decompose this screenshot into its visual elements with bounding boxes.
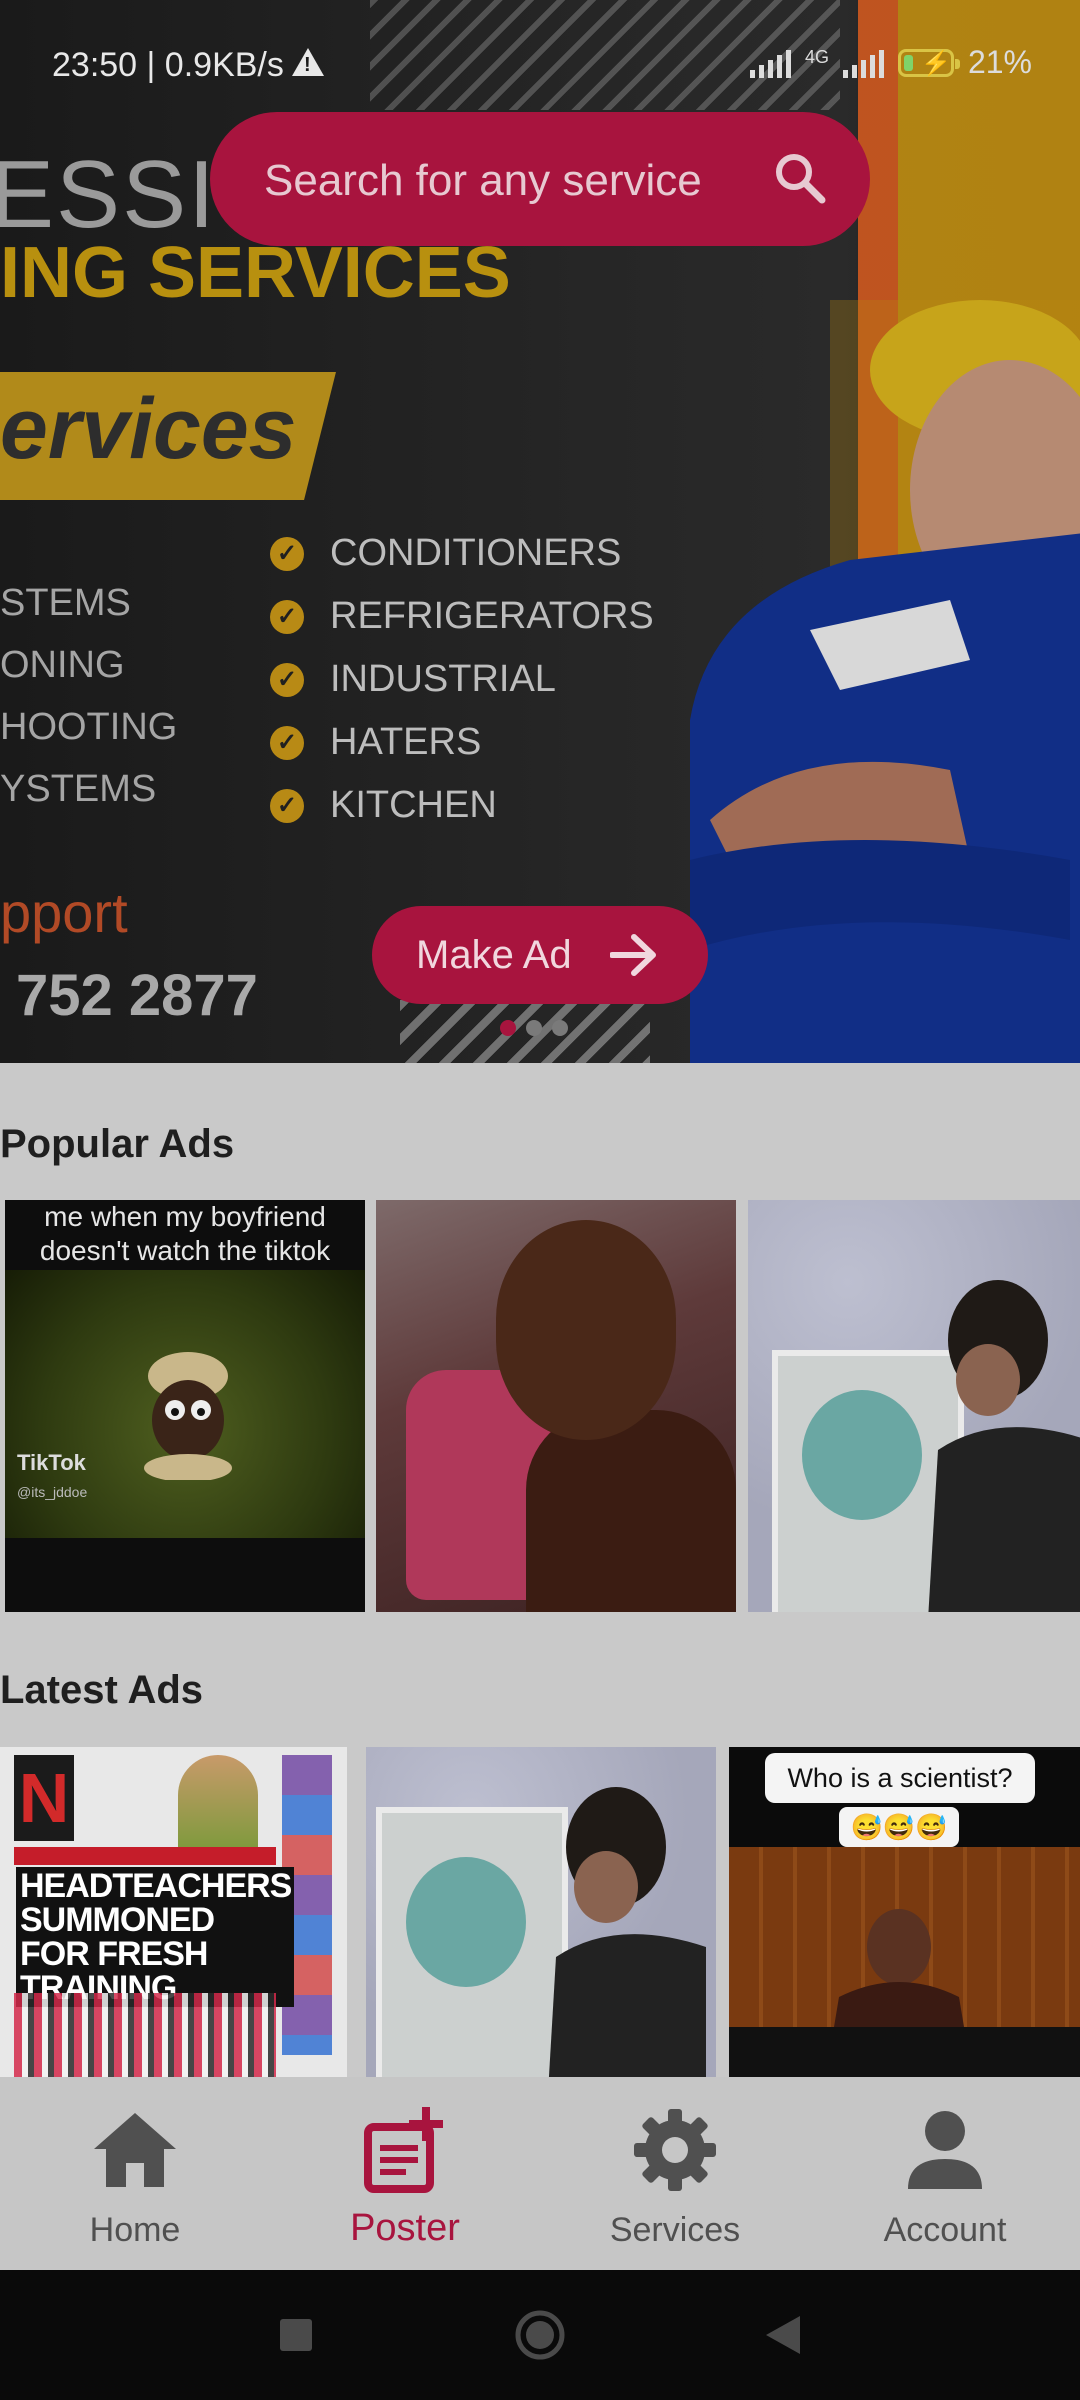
search-bar[interactable]: Search for any service [210,112,870,246]
banner-left-item: STEMS [0,582,131,624]
warning-icon [292,48,324,77]
check-row: ✓ REFRIGERATORS [270,585,654,648]
check-row: ✓ KITCHEN [270,774,654,837]
search-icon[interactable] [770,148,830,208]
check-row: ✓ INDUSTRIAL [270,648,654,711]
make-ad-button[interactable]: Make Ad [372,906,708,1004]
ad-thumbnail-image [14,1993,276,2077]
ad-thumbnail-image [526,1410,736,1612]
ad-thumbnail-image [406,1857,526,1987]
banner-check-list: ✓ CONDITIONERS ✓ REFRIGERATORS ✓ INDUSTRIAL… [270,522,654,837]
ad-thumbnail-image [729,2027,1080,2077]
banner-left-item: ONING [0,644,125,686]
nav-label: Services [609,2211,741,2249]
nav-label: Account [883,2211,1007,2249]
popular-ads-title: Popular Ads [0,1122,235,1166]
gear-icon [634,2109,716,2191]
check-icon: ✓ [270,725,304,760]
newspaper-headline: HEADTEACHERS SUMMONED FOR FRESH TRAINING [16,1867,294,2007]
check-icon: ✓ [270,662,304,697]
banner-left-list: STEMS ONING HOOTING YSTEMS [0,582,180,830]
ad-thumbnail-image [548,1787,706,2077]
signal-icon [749,48,791,78]
status-indicators: 4G ⚡ 21% [749,44,1032,81]
carousel-dot [552,1020,568,1036]
banner-left-item: YSTEMS [0,768,157,810]
check-row: ✓ CONDITIONERS [270,522,654,585]
battery-percent: 21% [967,44,1032,80]
system-navigation-bar [0,2270,1080,2400]
tiktok-handle: @its_jddoe [17,1484,88,1500]
nav-label: Home [89,2211,181,2249]
recent-apps-button[interactable] [236,2270,356,2400]
carousel-dot [500,1020,516,1036]
nav-services[interactable]: Services [540,2077,810,2270]
ad-thumbnail-image [178,1755,258,1855]
battery-level [903,54,913,71]
carousel-indicator [500,1020,568,1036]
search-placeholder: Search for any service [264,156,702,205]
ad-caption-emojis: 😅😅😅 [839,1807,959,1847]
check-icon: ✓ [270,788,304,823]
banner-support-text: pport [0,881,128,944]
ad-thumbnail-image [802,1390,922,1520]
check-icon: ✓ [270,536,304,571]
check-label: REFRIGERATORS [330,595,654,637]
tiktok-watermark: TikTok [17,1450,86,1475]
status-time: 23:50 | 0.9KB/s [52,46,284,84]
person-icon [908,2111,982,2189]
banner-phone: 752 2877 [16,963,258,1028]
ad-thumbnail-image [14,1847,276,1865]
carousel-dot [526,1020,542,1036]
popular-ad-card[interactable] [376,1200,736,1612]
ad-thumbnail-image [928,1280,1080,1612]
sheep-figure [144,1352,232,1480]
nav-account[interactable]: Account [810,2077,1080,2270]
worker-image [690,300,1080,1063]
latest-ad-card[interactable]: N HEADTEACHERS SUMMONED FOR FRESH TRAINI… [0,1747,347,2077]
check-icon: ✓ [270,599,304,634]
check-label: HATERS [330,721,482,763]
latest-ads-title: Latest Ads [0,1668,204,1712]
make-ad-label: Make Ad [416,932,572,977]
check-label: KITCHEN [330,784,497,826]
charging-icon: ⚡ [920,49,951,77]
bottom-navigation: Home Poster Services Account [0,2077,1080,2270]
check-label: INDUSTRIAL [330,658,556,700]
ad-caption-bubble: Who is a scientist? [765,1753,1035,1803]
post-add-icon [364,2107,443,2193]
nav-label: Poster [350,2207,460,2249]
latest-ad-card[interactable]: Who is a scientist? 😅😅😅 [729,1747,1080,2077]
latest-ad-card[interactable] [366,1747,716,2077]
banner-left-item: HOOTING [0,706,178,748]
popular-ad-card[interactable] [748,1200,1080,1612]
signal-icon [842,48,884,78]
banner-ribbon-text: ervices [0,381,297,477]
home-icon [94,2113,176,2187]
network-type: 4G [804,46,829,67]
arrow-right-icon [610,934,656,976]
newspaper-logo: N [14,1755,74,1841]
nav-poster[interactable]: Poster [270,2077,540,2270]
ad-thumbnail-image [496,1220,676,1440]
home-button[interactable] [480,2270,600,2400]
nav-home[interactable]: Home [0,2077,270,2270]
battery-icon: ⚡ [897,48,960,77]
check-row: ✓ HATERS [270,711,654,774]
back-button[interactable] [722,2270,842,2400]
check-label: CONDITIONERS [330,532,622,574]
popular-ad-card[interactable]: me when my boyfriend doesn't watch the t… [5,1200,365,1612]
